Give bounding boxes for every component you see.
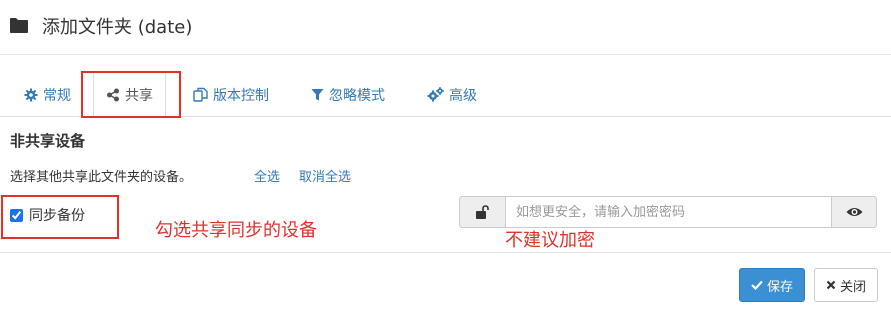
tab-label: 高级 (449, 87, 477, 104)
eye-icon (846, 208, 862, 216)
check-icon (751, 280, 763, 290)
tab-ignore-patterns[interactable]: 忽略模式 (311, 72, 385, 117)
close-button-label: 关闭 (839, 279, 866, 295)
deselect-all-link[interactable]: 取消全选 (299, 166, 351, 185)
section-description: 选择其他共享此文件夹的设备。 (10, 170, 193, 185)
show-password-toggle[interactable] (831, 197, 876, 227)
close-button[interactable]: 关闭 (814, 268, 878, 302)
annotation-encrypt-note: 不建议加密 (505, 230, 595, 251)
select-all-link[interactable]: 全选 (254, 166, 280, 185)
highlight-box-tab (81, 71, 181, 118)
tab-versioning[interactable]: 版本控制 (193, 72, 269, 117)
footer-divider (0, 252, 891, 253)
tab-advanced[interactable]: 高级 (427, 72, 477, 117)
tab-general[interactable]: 常规 (24, 72, 71, 117)
annotation-share-note: 勾选共享同步的设备 (155, 220, 317, 241)
dialog-header: 添加文件夹 (date) (0, 0, 891, 55)
highlight-box-device (1, 195, 119, 239)
tab-label: 版本控制 (213, 87, 269, 104)
gear-icon (24, 88, 38, 101)
encryption-password-group (459, 196, 877, 228)
folder-icon (10, 18, 28, 33)
section-title: 非共享设备 (10, 132, 86, 150)
lock-addon (460, 197, 506, 227)
copy-icon (193, 87, 208, 102)
encryption-password-input[interactable] (506, 197, 831, 227)
dialog-title: 添加文件夹 (date) (42, 17, 193, 38)
close-icon (826, 280, 836, 290)
save-button[interactable]: 保存 (739, 268, 805, 302)
tab-label: 忽略模式 (329, 87, 385, 104)
filter-icon (311, 88, 324, 100)
unlock-icon (475, 205, 489, 219)
tab-label: 常规 (43, 87, 71, 104)
save-button-label: 保存 (766, 279, 793, 295)
gears-icon (427, 87, 444, 102)
